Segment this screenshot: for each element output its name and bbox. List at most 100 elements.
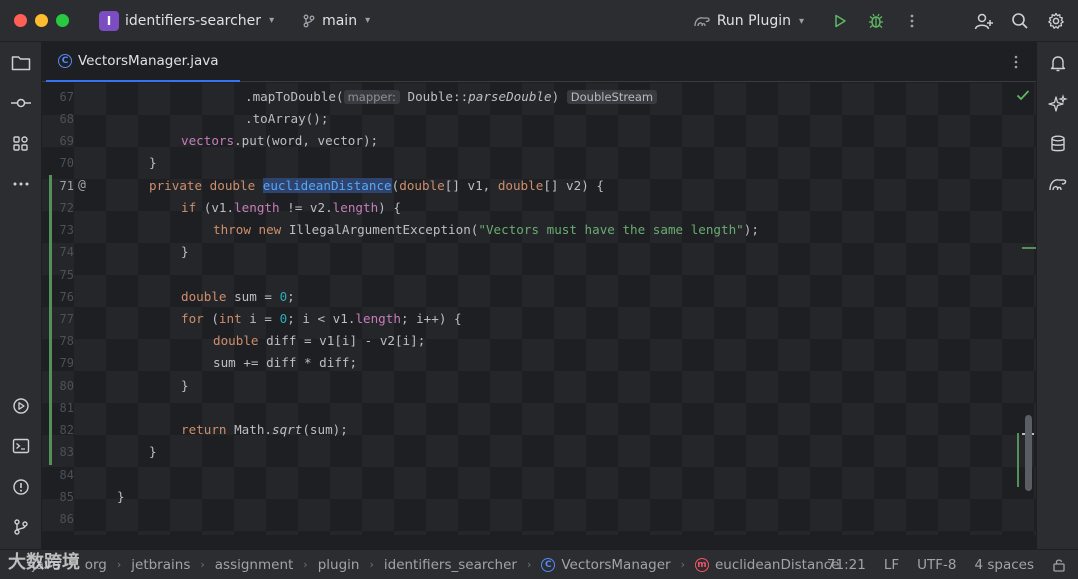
line-number: 85 bbox=[59, 490, 74, 504]
line-number: 79 bbox=[59, 356, 74, 370]
annotation-icon[interactable]: @ bbox=[78, 175, 86, 197]
terminal-tool-button[interactable] bbox=[7, 432, 35, 460]
breadcrumb-item[interactable]: euclideanDistance bbox=[715, 557, 840, 573]
code-text: double sum = 0; bbox=[181, 289, 295, 304]
code-editor[interactable]: 67 .mapToDouble(mapper: Double::parseDou… bbox=[42, 83, 1036, 535]
settings-button[interactable] bbox=[1038, 3, 1074, 39]
breadcrumb-item[interactable]: plugin bbox=[318, 557, 360, 573]
caret-position[interactable]: 71:21 bbox=[827, 557, 866, 573]
code-line: 78 double diff = v1[i] - v2[i]; bbox=[42, 330, 1036, 352]
close-window-button[interactable] bbox=[14, 14, 27, 27]
code-text: } bbox=[181, 378, 189, 393]
breadcrumb-item[interactable]: VectorsManager bbox=[561, 557, 670, 573]
editor-tab[interactable]: C VectorsManager.java bbox=[46, 42, 240, 82]
code-text: for (int i = 0; i < v1.length; i++) { bbox=[181, 311, 462, 326]
code-line: 68 .toArray(); bbox=[42, 108, 1036, 130]
code-text: } bbox=[149, 444, 157, 459]
git-tool-button[interactable] bbox=[7, 513, 35, 541]
lock-icon[interactable] bbox=[1052, 558, 1066, 572]
line-number: 76 bbox=[59, 290, 74, 304]
commit-icon bbox=[11, 98, 31, 108]
gradle-button[interactable] bbox=[1044, 170, 1072, 198]
code-text: if (v1.length != v2.length) { bbox=[181, 200, 401, 215]
change-stripe-marker[interactable] bbox=[1022, 247, 1036, 249]
left-tool-strip bbox=[0, 42, 42, 549]
more-actions-button[interactable] bbox=[894, 3, 930, 39]
line-number: 67 bbox=[59, 90, 74, 104]
indent-setting[interactable]: 4 spaces bbox=[974, 557, 1034, 573]
code-text: sum += diff * diff; bbox=[213, 355, 358, 370]
code-line: 76 double sum = 0; bbox=[42, 286, 1036, 308]
tab-options-button[interactable] bbox=[1006, 52, 1026, 72]
notifications-button[interactable] bbox=[1044, 49, 1072, 77]
editor-tab-label: VectorsManager.java bbox=[78, 53, 219, 69]
method-icon: m bbox=[695, 557, 709, 572]
breadcrumb-item[interactable]: assignment bbox=[215, 557, 294, 573]
code-line: 83 } bbox=[42, 441, 1036, 463]
add-user-button[interactable] bbox=[966, 3, 1002, 39]
database-button[interactable] bbox=[1044, 130, 1072, 158]
chevron-right-icon: › bbox=[116, 558, 122, 571]
line-number: 75 bbox=[59, 268, 74, 282]
project-selector[interactable]: I identifiers-searcher ▾ bbox=[99, 10, 275, 31]
breadcrumb-item[interactable]: identifiers_searcher bbox=[384, 557, 517, 573]
commit-tool-button[interactable] bbox=[7, 89, 35, 117]
class-icon: C bbox=[541, 557, 556, 572]
add-user-icon bbox=[974, 13, 993, 30]
chevron-right-icon: › bbox=[200, 558, 205, 571]
chevron-right-icon: › bbox=[680, 558, 685, 571]
code-line: 85 } bbox=[42, 486, 1036, 508]
run-window-icon bbox=[13, 398, 29, 414]
zoom-window-button[interactable] bbox=[56, 14, 69, 27]
problems-tool-button[interactable] bbox=[7, 473, 35, 501]
structure-tool-button[interactable] bbox=[7, 130, 35, 158]
chevron-down-icon: ▾ bbox=[798, 15, 804, 27]
debug-button[interactable] bbox=[858, 3, 894, 39]
ai-assistant-button[interactable] bbox=[1044, 90, 1072, 118]
gradle-icon bbox=[1049, 179, 1067, 191]
folder-icon bbox=[11, 56, 31, 71]
terminal-icon bbox=[12, 438, 30, 454]
code-line: 79 sum += diff * diff; bbox=[42, 352, 1036, 374]
project-name: identifiers-searcher bbox=[125, 12, 262, 29]
breadcrumb-item[interactable]: org bbox=[85, 557, 107, 573]
line-separator[interactable]: LF bbox=[884, 557, 899, 573]
more-tools-button[interactable] bbox=[7, 170, 35, 198]
code-text: return Math.sqrt(sum); bbox=[181, 422, 348, 437]
run-configuration-name: Run Plugin bbox=[716, 13, 791, 29]
chevron-down-icon: ▾ bbox=[269, 15, 275, 26]
line-number: 74 bbox=[59, 245, 74, 259]
line-number: 73 bbox=[59, 223, 74, 237]
file-encoding[interactable]: UTF-8 bbox=[917, 557, 956, 573]
class-icon: C bbox=[58, 54, 72, 68]
branch-name: main bbox=[322, 12, 358, 29]
gear-icon bbox=[1048, 12, 1064, 29]
no-problems-check-icon[interactable] bbox=[1016, 89, 1030, 101]
title-actions: Run Plugin ▾ bbox=[693, 0, 1078, 42]
breadcrumb: java › org › jetbrains › assignment › pl… bbox=[10, 557, 840, 573]
line-number: 80 bbox=[59, 379, 74, 393]
chevron-right-icon: › bbox=[369, 558, 374, 571]
gradle-icon bbox=[693, 14, 711, 28]
code-text: private double euclideanDistance(double[… bbox=[149, 178, 604, 193]
search-button[interactable] bbox=[1002, 3, 1038, 39]
run-button[interactable] bbox=[822, 3, 858, 39]
project-tool-button[interactable] bbox=[7, 49, 35, 77]
branch-selector[interactable]: main ▾ bbox=[302, 13, 370, 29]
title-bar: I identifiers-searcher ▾ main ▾ Run Plug… bbox=[0, 0, 1078, 42]
line-number: 78 bbox=[59, 334, 74, 348]
chevron-right-icon: › bbox=[526, 558, 532, 571]
chevron-right-icon: › bbox=[303, 558, 308, 571]
line-number: 84 bbox=[59, 468, 74, 482]
breadcrumb-item[interactable]: jetbrains bbox=[131, 557, 190, 573]
line-number: 69 bbox=[59, 134, 74, 148]
chevron-down-icon: ▾ bbox=[365, 15, 371, 26]
vertical-scrollbar[interactable] bbox=[1025, 415, 1032, 491]
run-configuration-selector[interactable]: Run Plugin ▾ bbox=[693, 13, 804, 29]
project-badge: I bbox=[99, 10, 119, 31]
parameter-hint: mapper: bbox=[343, 90, 400, 104]
run-tool-button[interactable] bbox=[7, 392, 35, 420]
code-line: 77 for (int i = 0; i < v1.length; i++) { bbox=[42, 308, 1036, 330]
minimize-window-button[interactable] bbox=[35, 14, 48, 27]
play-icon bbox=[835, 14, 846, 28]
